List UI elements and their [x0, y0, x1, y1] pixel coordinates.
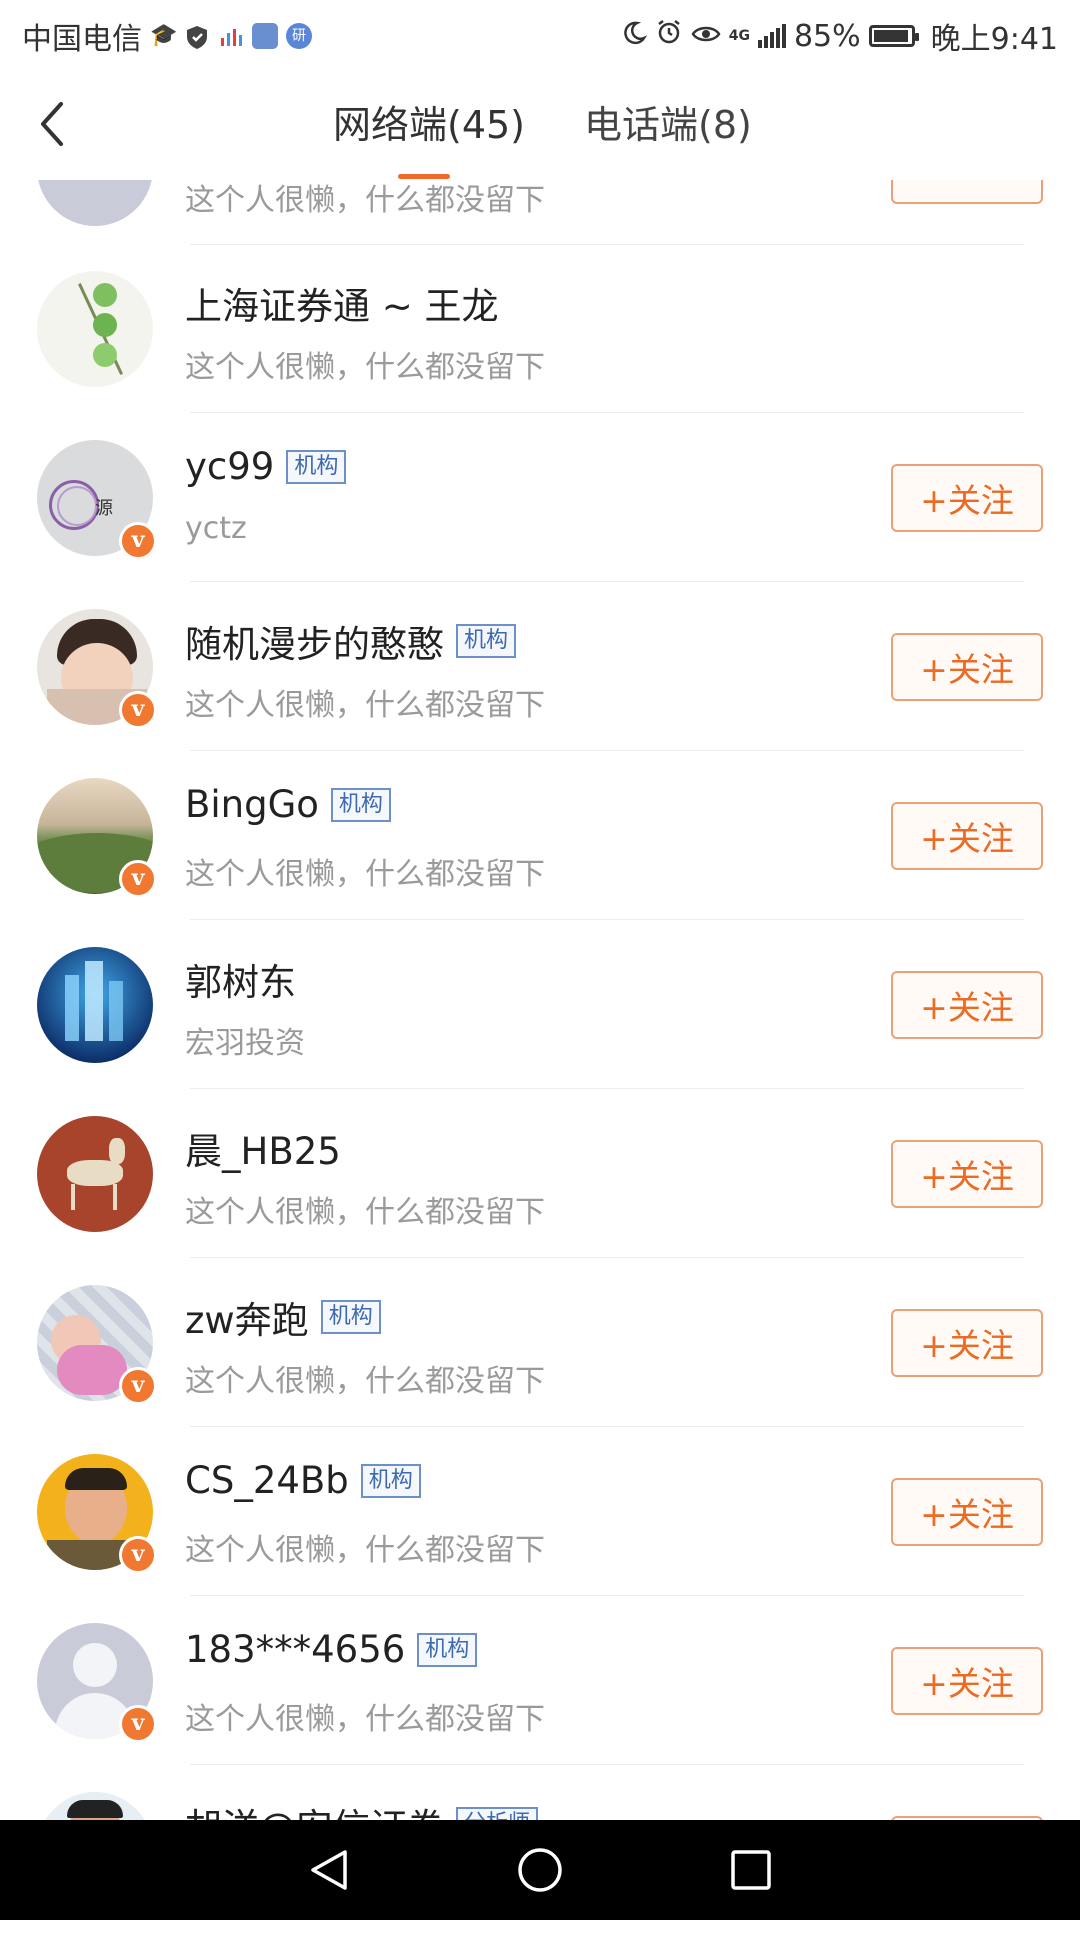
institution-tag: 机构 [330, 787, 391, 822]
institution-tag: 机构 [360, 1463, 421, 1498]
chart-icon [218, 23, 244, 49]
user-name: 183***4656 [185, 1628, 406, 1671]
follow-button[interactable]: +关注 [891, 1647, 1043, 1715]
eye-icon [691, 19, 721, 54]
status-bar: 中国电信 🎓 研 4G 85% 晚上9:41 [0, 0, 1080, 64]
moon-icon [621, 19, 647, 54]
verified-badge-icon: v [119, 522, 157, 560]
list-item-name: 上海证券通 ~ 王龙 [185, 276, 499, 330]
follow-button[interactable]: +关注 [891, 1309, 1043, 1377]
avatar: v [37, 1623, 157, 1743]
institution-tag: 机构 [286, 449, 347, 484]
institution-tag: 机构 [417, 1632, 478, 1667]
user-name: BingGo [185, 783, 319, 826]
tab-network[interactable]: 网络端(45) [333, 94, 525, 149]
battery-icon [868, 25, 919, 47]
user-name: 郭树东 [185, 961, 296, 1004]
list-item-desc: 宏羽投资 [185, 1026, 305, 1061]
list-item-name: CS_24Bb 机构 [185, 1459, 421, 1502]
avatar: v [37, 778, 157, 898]
list-item[interactable]: v 183***4656 机构 这个人很懒，什么都没留下 +关注 [0, 1596, 1080, 1765]
battery-label: 85% [793, 18, 861, 54]
carrier-label: 中国电信 [22, 22, 142, 57]
back-triangle-icon[interactable] [302, 1842, 358, 1898]
list-item-desc: 这个人很懒，什么都没留下 [185, 183, 545, 218]
follow-button[interactable]: +关注 [891, 1140, 1043, 1208]
shield-icon [184, 23, 210, 49]
verified-badge-icon: v [119, 1367, 157, 1405]
user-name: 上海证券通 ~ 王龙 [185, 285, 499, 328]
follow-button[interactable]: +关注 [891, 802, 1043, 870]
list-item[interactable]: 源 v yc99 机构 yctz +关注 [0, 413, 1080, 582]
verified-badge-icon: v [119, 691, 157, 729]
avatar [37, 947, 153, 1063]
home-circle-icon[interactable] [512, 1842, 568, 1898]
institution-tag: 机构 [320, 1300, 381, 1334]
status-left: 中国电信 🎓 研 [22, 14, 312, 58]
graduation-cap-icon: 🎓 [150, 23, 178, 48]
user-name: 晨_HB25 [185, 1130, 341, 1173]
signal-icon [757, 24, 786, 48]
avatar: v [37, 1454, 157, 1574]
list-item-desc: 这个人很懒，什么都没留下 [185, 1195, 545, 1230]
status-right: 4G 85% 晚上9:41 [621, 14, 1058, 58]
back-arrow-icon[interactable] [32, 94, 72, 154]
avatar [37, 1116, 153, 1232]
avatar: 源 v [37, 440, 157, 560]
time-label: 晚上9:41 [930, 22, 1058, 57]
follow-button[interactable]: +关注 [891, 464, 1043, 532]
list-item-desc: 这个人很懒，什么都没留下 [185, 1533, 545, 1568]
list-item-desc: 这个人很懒，什么都没留下 [185, 857, 545, 892]
follow-list: 这个人很懒，什么都没留下 +关注 上海证券通 ~ 王龙 这个人很懒，什么都没留下… [0, 0, 1080, 1908]
list-item-name: 随机漫步的憨憨 机构 [185, 614, 517, 668]
recents-square-icon[interactable] [723, 1842, 779, 1898]
alarm-icon [655, 18, 683, 54]
list-item-desc: 这个人很懒，什么都没留下 [185, 1364, 545, 1399]
verified-badge-icon: v [119, 1536, 157, 1574]
list-item-desc: 这个人很懒，什么都没留下 [185, 1702, 545, 1737]
follow-button[interactable]: +关注 [891, 633, 1043, 701]
avatar [37, 271, 153, 387]
verified-badge-icon: v [119, 1705, 157, 1743]
list-item-desc: 这个人很懒，什么都没留下 [185, 688, 545, 723]
list-item-name: zw奔跑 机构 [185, 1290, 381, 1344]
header: 网络端(45) 电话端(8) [0, 64, 1080, 180]
list-item-name: BingGo 机构 [185, 783, 391, 826]
user-name: CS_24Bb [185, 1459, 349, 1502]
list-item[interactable]: v CS_24Bb 机构 这个人很懒，什么都没留下 +关注 [0, 1427, 1080, 1596]
user-name: 随机漫步的憨憨 [185, 623, 444, 666]
list-item-desc: 这个人很懒，什么都没留下 [185, 350, 545, 385]
avatar: v [37, 1285, 157, 1405]
active-tab-indicator [398, 174, 450, 179]
list-item-name: 郭树东 [185, 952, 296, 1006]
follow-button[interactable]: +关注 [891, 971, 1043, 1039]
list-item[interactable]: v zw奔跑 机构 这个人很懒，什么都没留下 +关注 [0, 1258, 1080, 1427]
avatar: v [37, 609, 157, 729]
follow-button[interactable]: +关注 [891, 1478, 1043, 1546]
list-item-name: 183***4656 机构 [185, 1628, 478, 1671]
system-nav-bar [0, 1820, 1080, 1920]
list-item-desc: yctz [185, 511, 247, 546]
stock-icon [252, 23, 278, 49]
list-item[interactable]: v 随机漫步的憨憨 机构 这个人很懒，什么都没留下 +关注 [0, 582, 1080, 751]
list-item[interactable]: 上海证券通 ~ 王龙 这个人很懒，什么都没留下 [0, 244, 1080, 413]
list-item[interactable]: 郭树东 宏羽投资 +关注 [0, 920, 1080, 1089]
list-item-name: yc99 机构 [185, 445, 347, 488]
network-label: 4G [728, 28, 750, 44]
list-item-name: 晨_HB25 [185, 1121, 341, 1175]
list-item[interactable]: 晨_HB25 这个人很懒，什么都没留下 +关注 [0, 1089, 1080, 1258]
verified-badge-icon: v [119, 860, 157, 898]
institution-tag: 机构 [456, 624, 517, 658]
user-name: zw奔跑 [185, 1299, 309, 1342]
tab-phone[interactable]: 电话端(8) [584, 94, 752, 149]
list-item[interactable]: v BingGo 机构 这个人很懒，什么都没留下 +关注 [0, 751, 1080, 920]
user-name: yc99 [185, 445, 275, 488]
research-icon: 研 [286, 23, 312, 49]
